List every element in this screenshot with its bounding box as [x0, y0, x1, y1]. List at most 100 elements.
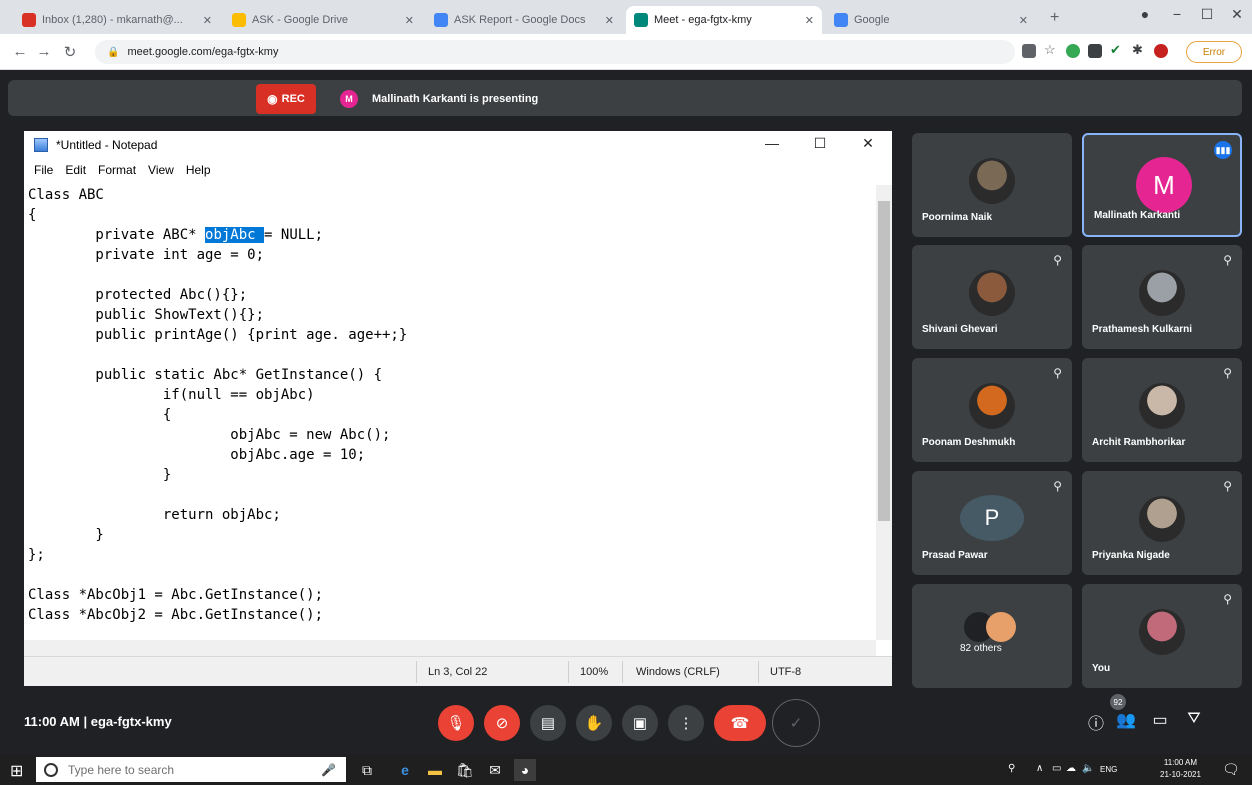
profile-error-button[interactable]: Error	[1186, 41, 1242, 63]
menu-help[interactable]: Help	[180, 163, 217, 177]
edge-icon[interactable]: e	[394, 759, 416, 781]
camera-off-button[interactable]: ⊘	[484, 705, 520, 741]
participant-tile[interactable]: M ▮▮▮ Mallinath Karkanti	[1082, 133, 1242, 237]
extension-check-icon[interactable]: ✔	[1110, 42, 1124, 57]
participant-tile[interactable]: ⚲ Archit Rambhorikar	[1082, 358, 1242, 462]
menu-format[interactable]: Format	[92, 163, 142, 177]
tab-close-icon[interactable]: ✕	[605, 14, 614, 27]
notepad-maximize-button[interactable]: ☐	[800, 135, 840, 152]
camera-icon[interactable]	[1022, 44, 1036, 58]
cloud-icon[interactable]: ☁	[1066, 763, 1076, 774]
participant-tile[interactable]: ⚲ Poonam Deshmukh	[912, 358, 1072, 462]
participant-photo	[969, 270, 1015, 316]
hang-up-icon: ☎	[730, 715, 750, 732]
tab-close-icon[interactable]: ✕	[805, 14, 814, 27]
menu-file[interactable]: File	[28, 163, 59, 177]
browser-tab[interactable]: Inbox (1,280) - mkarnath@... ✕	[14, 6, 220, 34]
bookmark-star-icon[interactable]: ☆	[1044, 42, 1058, 57]
participant-tile[interactable]: ⚲ Prathamesh Kulkarni	[1082, 245, 1242, 349]
mic-off-button[interactable]: 🎙	[438, 705, 474, 741]
notepad-vertical-scrollbar[interactable]	[876, 185, 892, 640]
notepad-horizontal-scrollbar[interactable]	[24, 640, 876, 656]
present-icon: ▣	[632, 715, 648, 732]
people-tray-icon[interactable]: ⚲	[1008, 763, 1015, 774]
raise-hand-button[interactable]: ✋	[576, 705, 612, 741]
reload-button[interactable]: ↻	[60, 43, 80, 61]
taskbar-clock[interactable]: 11:00 AM 21-10-2021	[1160, 757, 1201, 781]
profile-avatar-icon[interactable]	[1154, 44, 1168, 58]
extension-green-icon[interactable]	[1066, 44, 1080, 58]
hand-icon: ✋	[584, 715, 604, 732]
scroll-thumb[interactable]	[878, 201, 890, 521]
address-bar[interactable]: 🔒 meet.google.com/ega-fgtx-kmy	[95, 40, 1015, 64]
participant-initial-avatar: M	[1136, 157, 1192, 213]
muted-mic-icon: ⚲	[1223, 479, 1232, 493]
meeting-details-button[interactable]: ⓘ	[1084, 710, 1108, 734]
speaking-indicator-icon: ▮▮▮	[1214, 141, 1232, 159]
browser-account-icon[interactable]: ●	[1130, 6, 1160, 22]
meeting-time: 11:00 AM	[24, 714, 80, 729]
mail-icon[interactable]: ✉	[484, 759, 506, 781]
participant-name: Mallinath Karkanti	[1094, 210, 1181, 221]
menu-edit[interactable]: Edit	[59, 163, 92, 177]
browser-tab[interactable]: Google ✕	[826, 6, 1036, 34]
tab-favicon	[232, 13, 246, 27]
browser-tab[interactable]: ASK Report - Google Docs ✕	[426, 6, 622, 34]
present-button[interactable]: ▣	[622, 705, 658, 741]
extension-grid-icon[interactable]	[1088, 44, 1102, 58]
chrome-icon[interactable]: ◕	[514, 759, 536, 781]
notepad-minimize-button[interactable]: —	[752, 135, 792, 151]
windows-start-icon[interactable]: ⊞	[10, 761, 23, 781]
participant-name: Shivani Ghevari	[922, 324, 998, 335]
participant-tile[interactable]: ⚲ Shivani Ghevari	[912, 245, 1072, 349]
tab-close-icon[interactable]: ✕	[203, 14, 212, 27]
participant-tile[interactable]: ⚲ Priyanka Nigade	[1082, 471, 1242, 575]
muted-mic-icon: ⚲	[1223, 366, 1232, 380]
participant-tile[interactable]: P ⚲ Prasad Pawar	[912, 471, 1072, 575]
participant-tile[interactable]: 82 others	[912, 584, 1072, 688]
captions-button[interactable]: ▤	[530, 705, 566, 741]
taskbar-search[interactable]: Type here to search 🎤	[36, 757, 346, 782]
activities-shapes-button[interactable]: ⛛	[1182, 710, 1206, 728]
notepad-close-button[interactable]: ✕	[848, 135, 888, 152]
browser-tab[interactable]: ASK - Google Drive ✕	[224, 6, 422, 34]
tab-favicon	[434, 13, 448, 27]
captions-icon: ▤	[540, 715, 556, 732]
new-tab-button[interactable]: +	[1050, 9, 1059, 27]
status-encoding: UTF-8	[770, 666, 802, 678]
network-icon[interactable]: ▭	[1052, 763, 1061, 774]
language-indicator[interactable]: ENG	[1100, 765, 1117, 774]
notifications-icon[interactable]: 🗨	[1222, 761, 1240, 778]
extensions-puzzle-icon[interactable]: ✱	[1132, 42, 1146, 57]
status-zoom: 100%	[580, 666, 609, 678]
minimize-button[interactable]: −	[1162, 6, 1192, 22]
muted-mic-icon: ⚲	[1223, 592, 1232, 606]
more-options-button[interactable]: ⋮	[668, 705, 704, 741]
task-view-icon[interactable]: ⧉	[356, 759, 378, 781]
back-button[interactable]: ←	[10, 43, 30, 60]
people-button[interactable]: 👥	[1114, 710, 1138, 730]
participant-tile[interactable]: Poornima Naik	[912, 133, 1072, 237]
activities-button[interactable]: ✓	[772, 699, 820, 747]
participant-count-badge: 92	[1110, 694, 1126, 710]
tray-chevron-icon[interactable]: ∧	[1036, 763, 1043, 774]
leave-call-button[interactable]: ☎	[714, 705, 766, 741]
tab-close-icon[interactable]: ✕	[1019, 14, 1028, 27]
file-explorer-icon[interactable]: ▬	[424, 759, 446, 781]
tab-title: Google	[854, 14, 890, 26]
mic-icon[interactable]: 🎤	[321, 763, 336, 777]
menu-view[interactable]: View	[142, 163, 180, 177]
close-window-button[interactable]: ✕	[1222, 6, 1252, 23]
participant-name: Archit Rambhorikar	[1092, 437, 1186, 448]
maximize-button[interactable]: ☐	[1192, 6, 1222, 23]
store-icon[interactable]: 🛍	[454, 759, 476, 781]
tab-favicon	[22, 13, 36, 27]
forward-button[interactable]: →	[34, 43, 54, 60]
browser-tab[interactable]: Meet - ega-fgtx-kmy ✕	[626, 6, 822, 34]
participant-tile[interactable]: ⚲ You	[1082, 584, 1242, 688]
notepad-text-area[interactable]: Class ABC { private ABC* objAbc = NULL; …	[28, 185, 878, 625]
chat-button[interactable]: ▭	[1148, 710, 1172, 730]
notepad-icon	[34, 138, 48, 152]
volume-icon[interactable]: 🔈	[1082, 763, 1094, 774]
tab-close-icon[interactable]: ✕	[405, 14, 414, 27]
